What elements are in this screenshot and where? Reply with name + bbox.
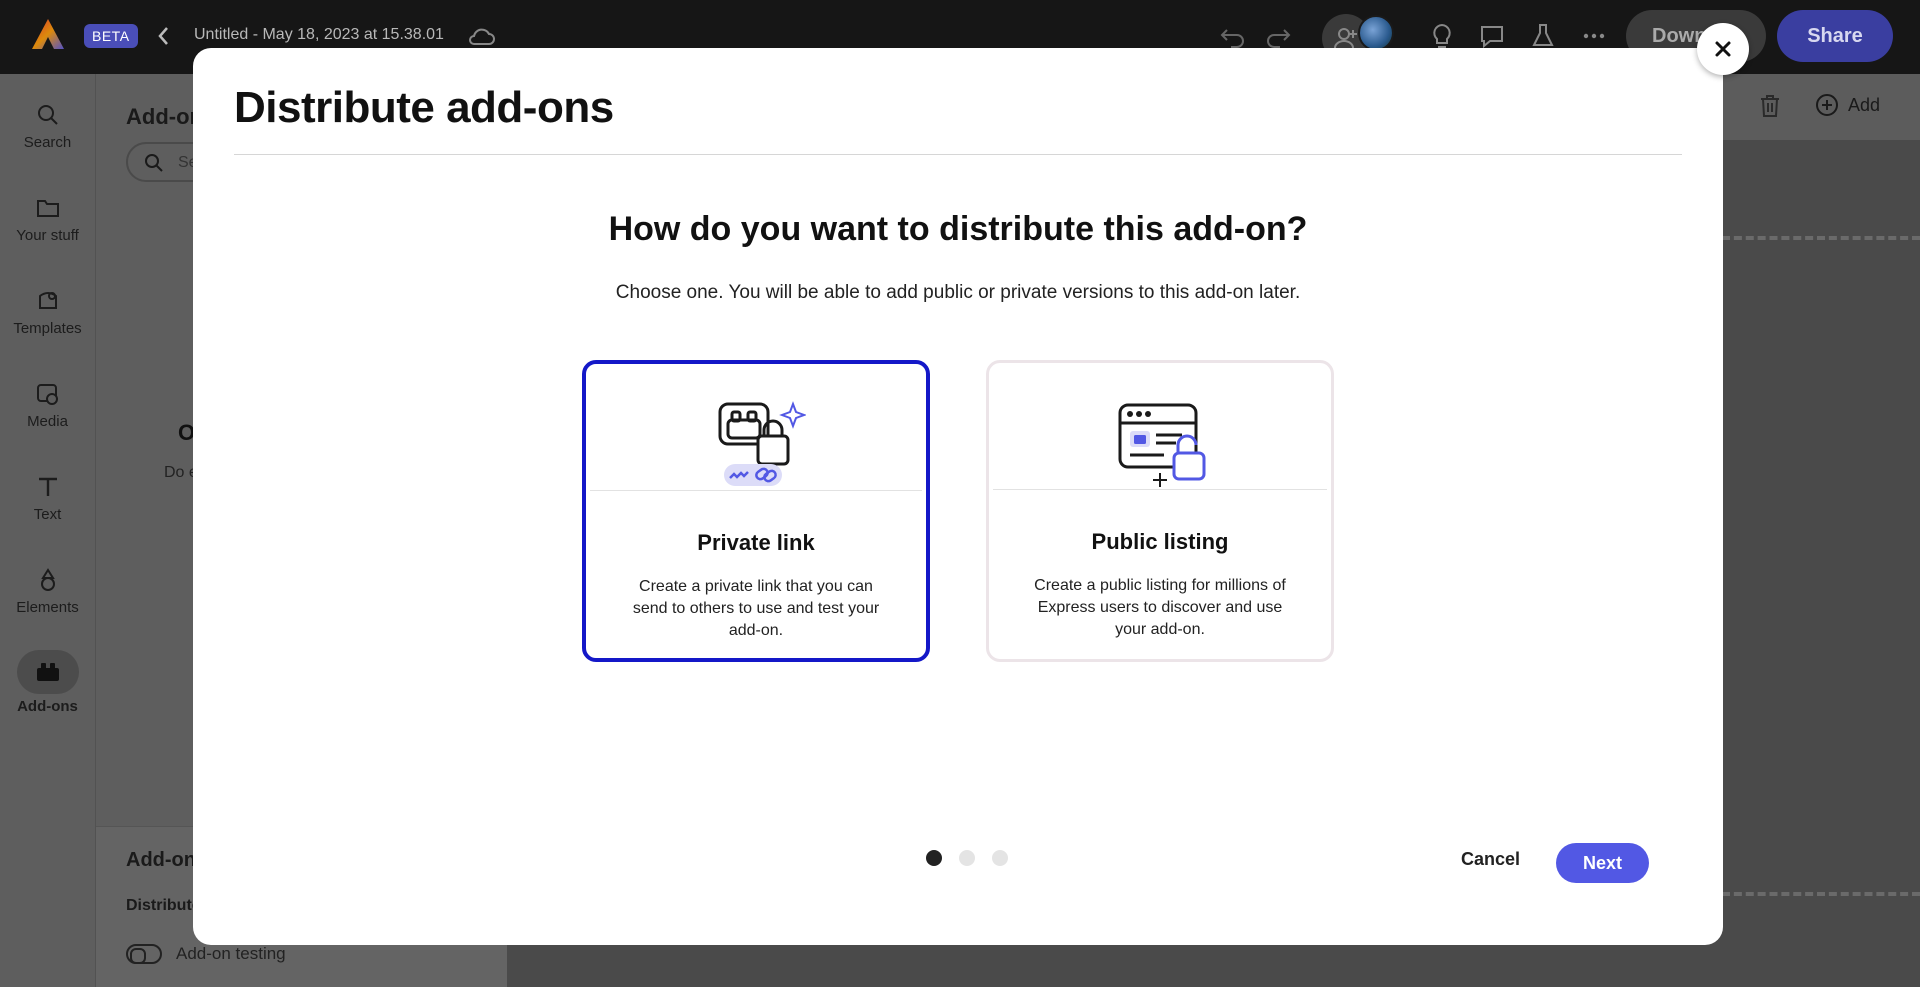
option-title: Public listing	[1091, 529, 1229, 554]
media-icon	[36, 384, 58, 405]
more-options-icon[interactable]	[1580, 22, 1608, 50]
close-icon	[1715, 41, 1731, 57]
comment-icon[interactable]	[1478, 22, 1506, 50]
rail-item-media[interactable]: Media	[0, 381, 95, 430]
close-dialog-button[interactable]	[1697, 23, 1749, 75]
add-page-button[interactable]: Add	[1848, 95, 1880, 116]
dialog-title: Distribute add-ons	[234, 83, 614, 132]
panel-bottom-subtitle: Distribute	[126, 897, 201, 914]
trash-icon[interactable]	[1756, 92, 1784, 120]
addons-icon-highlight	[16, 650, 79, 694]
redo-icon[interactable]	[1264, 22, 1292, 50]
beaker-icon[interactable]	[1529, 22, 1557, 50]
adobe-express-logo-icon[interactable]	[30, 17, 66, 53]
addon-testing-label: Add-on testing	[176, 944, 286, 963]
left-rail: Search Your stuff Templates Media Text E…	[0, 74, 95, 987]
distribute-addons-dialog: Distribute add-ons How do you want to di…	[193, 48, 1723, 945]
panel-bottom-title: Add-on	[126, 849, 196, 871]
elements-icon	[40, 568, 55, 591]
option-description: Create a private link that you can send …	[632, 578, 880, 639]
step-dot-3	[992, 850, 1008, 866]
text-icon	[38, 477, 57, 496]
rail-item-templates[interactable]: Templates	[0, 288, 95, 337]
rail-item-text[interactable]: Text	[0, 474, 95, 523]
dialog-divider	[234, 154, 1682, 155]
chevron-left-icon[interactable]	[156, 23, 170, 49]
cancel-button[interactable]: Cancel	[1451, 843, 1530, 876]
rail-item-elements[interactable]: Elements	[0, 567, 95, 616]
rail-label: Search	[23, 134, 72, 151]
document-title[interactable]: Untitled - May 18, 2023 at 15.38.01	[194, 26, 444, 44]
search-icon	[145, 154, 163, 172]
rail-label: Media	[27, 413, 68, 430]
search-icon	[37, 105, 58, 125]
card-divider	[993, 489, 1327, 490]
rail-item-addons[interactable]: Add-ons	[0, 650, 95, 715]
step-dot-2	[959, 850, 975, 866]
option-description: Create a public listing for millions of …	[1034, 577, 1286, 638]
templates-icon	[38, 292, 57, 309]
lightbulb-icon[interactable]	[1428, 22, 1456, 50]
rail-item-search[interactable]: Search	[0, 102, 95, 151]
add-circle-icon[interactable]	[1814, 92, 1840, 118]
rail-label: Your stuff	[16, 227, 79, 244]
addons-icon	[36, 663, 59, 681]
public-listing-illustration-icon	[1118, 403, 1206, 487]
folder-icon	[36, 200, 59, 217]
canvas-bleed-line	[1722, 892, 1920, 896]
rail-label: Templates	[13, 320, 82, 337]
private-link-illustration-icon	[718, 401, 806, 486]
dialog-subtitle: Choose one. You will be able to add publ…	[615, 282, 1301, 303]
dialog-question: How do you want to distribute this add-o…	[608, 210, 1308, 248]
undo-icon[interactable]	[1219, 22, 1247, 50]
next-button[interactable]: Next	[1556, 843, 1649, 883]
step-dot-1	[926, 850, 942, 866]
panel-title: Add-on	[126, 104, 203, 129]
option-public-listing[interactable]: Public listing Create a public listing f…	[986, 360, 1334, 662]
card-divider	[590, 490, 922, 491]
step-indicator	[926, 850, 1008, 866]
beta-badge: BETA	[84, 24, 138, 48]
rail-item-your-stuff[interactable]: Your stuff	[0, 195, 95, 244]
option-title: Private link	[697, 530, 815, 555]
share-button[interactable]: Share	[1777, 10, 1893, 62]
addon-testing-toggle[interactable]	[126, 944, 162, 964]
rail-label: Elements	[16, 599, 79, 616]
avatar[interactable]	[1358, 15, 1394, 51]
cloud-sync-icon	[469, 28, 495, 45]
canvas-bleed-line	[1722, 236, 1920, 240]
rail-label: Text	[33, 506, 62, 523]
option-private-link[interactable]: Private link Create a private link that …	[582, 360, 930, 662]
rail-label: Add-ons	[17, 698, 78, 715]
